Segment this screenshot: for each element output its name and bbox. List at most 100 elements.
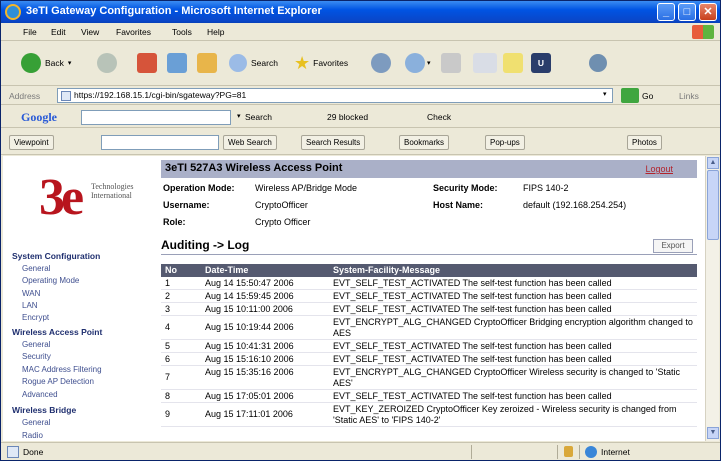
nav-wan[interactable]: WAN [22,289,40,298]
nav-advanced[interactable]: Advanced [22,390,58,399]
menu-help[interactable]: Help [207,27,224,37]
home-button[interactable] [197,50,217,76]
row-no: 7 [165,372,171,382]
address-dropdown-icon[interactable]: ▾ [603,90,607,98]
row-no: 9 [165,409,171,419]
address-label: Address [9,91,41,101]
status-bar: Done Internet [1,442,720,460]
menu-favorites[interactable]: Favorites [116,27,151,37]
bookmarks-button[interactable]: Bookmarks [399,135,450,150]
status-divider [557,445,558,459]
discuss-icon [503,53,523,73]
menu-file[interactable]: File [23,27,37,37]
popups-button[interactable]: Pop-ups [485,135,525,150]
popup-blocked-count[interactable]: 29 blocked [327,112,368,122]
print-button[interactable] [441,50,461,76]
heading-divider [161,254,697,255]
search-button[interactable]: Search [229,50,278,76]
address-input[interactable]: https://192.168.15.1/cgi-bin/sgateway?PG… [57,88,613,103]
nav-bridge-general[interactable]: General [22,418,50,427]
row-message: EVT_SELF_TEST_ACTIVATED The self-test fu… [333,278,612,288]
nav-section-bridge: Wireless Bridge [12,405,77,415]
menu-edit[interactable]: Edit [51,27,66,37]
back-button[interactable]: Back ▾ [21,50,71,76]
nav-operating-mode[interactable]: Operating Mode [22,276,79,285]
menu-view[interactable]: View [81,27,99,37]
row-message: EVT_SELF_TEST_ACTIVATED The self-test fu… [333,354,612,364]
logout-link[interactable]: Logout [645,164,673,174]
title-bar: 3eTI Gateway Configuration - Microsoft I… [1,1,720,23]
row-message: EVT_SELF_TEST_ACTIVATED The self-test fu… [333,291,612,301]
spell-check-button[interactable]: Check [427,112,451,122]
mail-icon [405,53,425,73]
nav-lan[interactable]: LAN [22,301,38,310]
internet-zone-icon [585,446,597,458]
google-search-button[interactable]: Search [245,112,272,122]
scroll-up-icon[interactable]: ▲ [707,157,719,169]
nav-mac-filtering[interactable]: MAC Address Filtering [22,365,102,374]
back-arrow-icon [21,53,41,73]
scroll-down-icon[interactable]: ▼ [707,427,719,439]
host-name-value: default (192.168.254.254) [523,200,627,210]
row-no: 8 [165,391,171,401]
go-arrow-icon[interactable] [621,88,639,103]
row-message: EVT_SELF_TEST_ACTIVATED The self-test fu… [333,391,612,401]
nav-system-general[interactable]: General [22,264,50,273]
menu-tools[interactable]: Tools [172,27,192,37]
row-time: Aug 14 15:50:47 2006 [205,278,294,288]
nav-bridge-radio[interactable]: Radio [22,431,43,440]
role-value: Crypto Officer [255,217,311,227]
export-button[interactable]: Export [653,239,693,253]
viewpoint-menu[interactable]: Viewpoint [9,135,54,150]
photos-button[interactable]: Photos [627,135,662,150]
table-row: 6 Aug 15 15:16:10 2006 EVT_SELF_TEST_ACT… [161,353,697,366]
security-zone[interactable]: Internet [601,447,630,457]
row-message: EVT_KEY_ZEROIZED CryptoOfficer Key zeroi… [333,404,677,425]
nav-wap-general[interactable]: General [22,340,50,349]
search-icon [229,54,247,72]
device-title: 3eTI 527A3 Wireless Access Point [165,162,343,174]
nav-encrypt[interactable]: Encrypt [22,313,49,322]
nav-rogue-ap[interactable]: Rogue AP Detection [22,377,94,386]
google-dropdown-icon[interactable]: ▾ [237,112,241,120]
table-row: 4 Aug 15 10:19:44 2006 EVT_ENCRYPT_ALG_C… [161,316,697,340]
web-search-button[interactable]: Web Search [223,135,277,150]
host-name-label: Host Name: [433,200,484,210]
go-button[interactable]: Go [642,91,653,101]
nav-security[interactable]: Security [22,352,51,361]
windows-flag-icon [692,25,714,39]
google-logo[interactable]: Google [21,110,57,125]
page-viewport: 3e Technologies International System Con… [3,156,705,441]
refresh-button[interactable] [167,50,187,76]
favorites-button[interactable]: ★ Favorites [294,50,348,76]
history-button[interactable] [371,50,391,76]
page-icon [61,91,71,101]
mail-button[interactable]: ▾ [405,50,431,76]
forward-button[interactable] [97,50,117,76]
edit-button[interactable] [473,50,497,76]
ssl-lock-icon[interactable] [564,446,573,457]
address-url: https://192.168.15.1/cgi-bin/sgateway?PG… [74,90,247,100]
discuss-button[interactable] [503,50,523,76]
close-button[interactable]: ✕ [699,3,717,21]
messenger-icon: U [531,53,551,73]
google-search-input[interactable] [81,110,231,125]
research-button[interactable] [589,50,607,76]
minimize-button[interactable]: _ [657,3,675,21]
table-row: 3 Aug 15 10:11:00 2006 EVT_SELF_TEST_ACT… [161,303,697,316]
search-results-button[interactable]: Search Results [301,135,366,150]
table-row: 1 Aug 14 15:50:47 2006 EVT_SELF_TEST_ACT… [161,277,697,290]
viewpoint-search-input[interactable] [101,135,219,150]
role-label: Role: [163,217,186,227]
links-button[interactable]: Links [679,91,699,101]
maximize-button[interactable]: □ [678,3,696,21]
home-icon [197,53,217,73]
favorites-star-icon: ★ [294,52,311,73]
search-label: Search [251,58,278,68]
dropdown-arrow-icon: ▾ [67,60,72,67]
messenger-button[interactable]: U [531,50,551,76]
row-time: Aug 15 17:11:01 2006 [205,409,293,419]
stop-button[interactable] [137,50,157,76]
scroll-thumb[interactable] [707,170,719,240]
vertical-scrollbar[interactable]: ▲ ▼ [705,156,719,441]
